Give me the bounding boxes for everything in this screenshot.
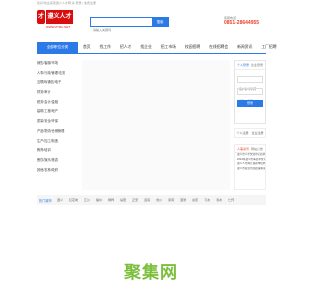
nav-item-campus[interactable]: 校园招聘	[185, 42, 200, 53]
hot-cities-title: 热门城市	[39, 198, 52, 203]
news-box: 人事资讯 网站公告 遵义市人才交流中心招聘公告 2024年遵义市事业单位公开招聘…	[234, 144, 266, 190]
news-item[interactable]: 遵义市人才交流中心招聘公告	[235, 153, 265, 158]
nav-item-find-talent[interactable]: 招人才	[120, 42, 131, 53]
city-link[interactable]: 余庆	[192, 198, 198, 202]
category-item[interactable]: 产品/物流/仓储管理	[37, 127, 77, 137]
tab-personal-login[interactable]: 个人登录	[237, 61, 249, 70]
login-panel: 个人登录 企业登录 登录	[234, 60, 266, 124]
city-link[interactable]: 道真	[144, 198, 150, 202]
city-link[interactable]: 桐梓	[108, 198, 114, 202]
nav-item-news[interactable]: 新闻资讯	[237, 42, 252, 53]
search-input[interactable]	[91, 26, 151, 34]
nav-item-online-fair[interactable]: 在线招聘会	[209, 42, 228, 53]
category-item[interactable]: 质量/安全/环保	[37, 117, 77, 127]
greeting-text: 您好!欢迎来到遵义人才网,请 登录 | 免费注册	[37, 1, 96, 5]
nav-item-labor-market[interactable]: 招工市场	[161, 42, 176, 53]
tab-news-notice[interactable]: 网站公告	[251, 145, 263, 153]
tab-news-latest[interactable]: 人事资讯	[237, 145, 249, 153]
login-tabs: 个人登录 企业登录	[235, 61, 265, 70]
news-tabs: 人事资讯 网站公告	[235, 145, 265, 153]
category-item[interactable]: 生产/加工/制造	[37, 137, 77, 147]
city-link[interactable]: 汇川	[84, 198, 90, 202]
register-company-button[interactable]: 企业注册	[250, 129, 265, 137]
logo-mark-icon: 才	[37, 10, 45, 24]
password-field-wrap	[237, 88, 263, 104]
nav-item-find-job[interactable]: 找工作	[100, 42, 111, 53]
city-link[interactable]: 习水	[204, 198, 210, 202]
city-link[interactable]: 绥阳	[120, 198, 126, 202]
search-button[interactable]: 搜索	[152, 18, 168, 26]
top-strip: 您好!欢迎来到遵义人才网,请 登录 | 免费注册	[0, 0, 300, 6]
register-personal-button[interactable]: 个人注册	[235, 129, 250, 137]
city-link[interactable]: 赤水	[216, 198, 222, 202]
search-box: 搜索	[90, 17, 169, 34]
nav-divider	[37, 53, 266, 54]
main-nav: 全部职位分类 首页 找工作 招人才 找企业 招工市场 校园招聘 在线招聘会 新闻…	[37, 42, 277, 54]
city-link[interactable]: 湄潭	[180, 198, 186, 202]
category-item[interactable]: 教育/培训	[37, 146, 77, 156]
city-link[interactable]: 务川	[156, 198, 162, 202]
category-item[interactable]: 销售/客服/市场	[37, 59, 77, 69]
city-link[interactable]: 仁怀	[228, 198, 234, 202]
banner-area	[82, 60, 230, 190]
category-item[interactable]: 互联网/通信/电子	[37, 78, 77, 88]
hotline-number: 0851-28644955	[224, 20, 260, 26]
city-link[interactable]: 正安	[132, 198, 138, 202]
news-item[interactable]: 遵义市就业创业政策解读	[235, 167, 265, 172]
category-list: 销售/客服/市场 人事/行政/管理/法务 互联网/通信/电子 财务/审计 税务/…	[37, 59, 77, 175]
news-item[interactable]: 遵义人才网开展春季招聘会活动	[235, 162, 265, 167]
city-link[interactable]: 播州	[96, 198, 102, 202]
site-logo[interactable]: 才 遵义人才网 WWW.ZYRC.NET	[37, 10, 73, 34]
username-field-wrap	[237, 76, 263, 92]
login-button[interactable]: 登录	[237, 100, 263, 107]
category-item[interactable]: 餐饮/娱乐/旅游	[37, 156, 77, 166]
nav-item-factory[interactable]: 工厂招聘	[261, 42, 276, 53]
nav-item-home[interactable]: 首页	[83, 42, 91, 53]
city-link[interactable]: 凤冈	[168, 198, 174, 202]
city-link[interactable]: 遵义	[57, 198, 63, 202]
hotline: 客服电话 0851-28644955	[224, 16, 266, 27]
logo-url: WWW.ZYRC.NET	[46, 25, 71, 29]
category-item[interactable]: 财务/审计	[37, 88, 77, 98]
logo-text: 遵义人才网	[46, 10, 73, 34]
category-item[interactable]: 其他/农林/政府	[37, 166, 77, 176]
watermark-logo: 聚集网	[124, 263, 178, 283]
city-link[interactable]: 红花岗	[69, 198, 78, 202]
category-item[interactable]: 建筑/工程/地产	[37, 107, 77, 117]
register-row: 个人注册 企业注册	[234, 128, 266, 138]
hot-cities-row: 热门城市 遵义 红花岗 汇川 播州 桐梓 绥阳 正安 道真 务川 凤冈 湄潭 余…	[37, 195, 266, 205]
tab-company-login[interactable]: 企业登录	[251, 61, 263, 70]
all-categories-button[interactable]: 全部职位分类	[37, 42, 78, 53]
category-item[interactable]: 人事/行政/管理/法务	[37, 69, 77, 79]
nav-item-find-company[interactable]: 找企业	[140, 42, 151, 53]
category-item[interactable]: 税务/会计/金融	[37, 98, 77, 108]
